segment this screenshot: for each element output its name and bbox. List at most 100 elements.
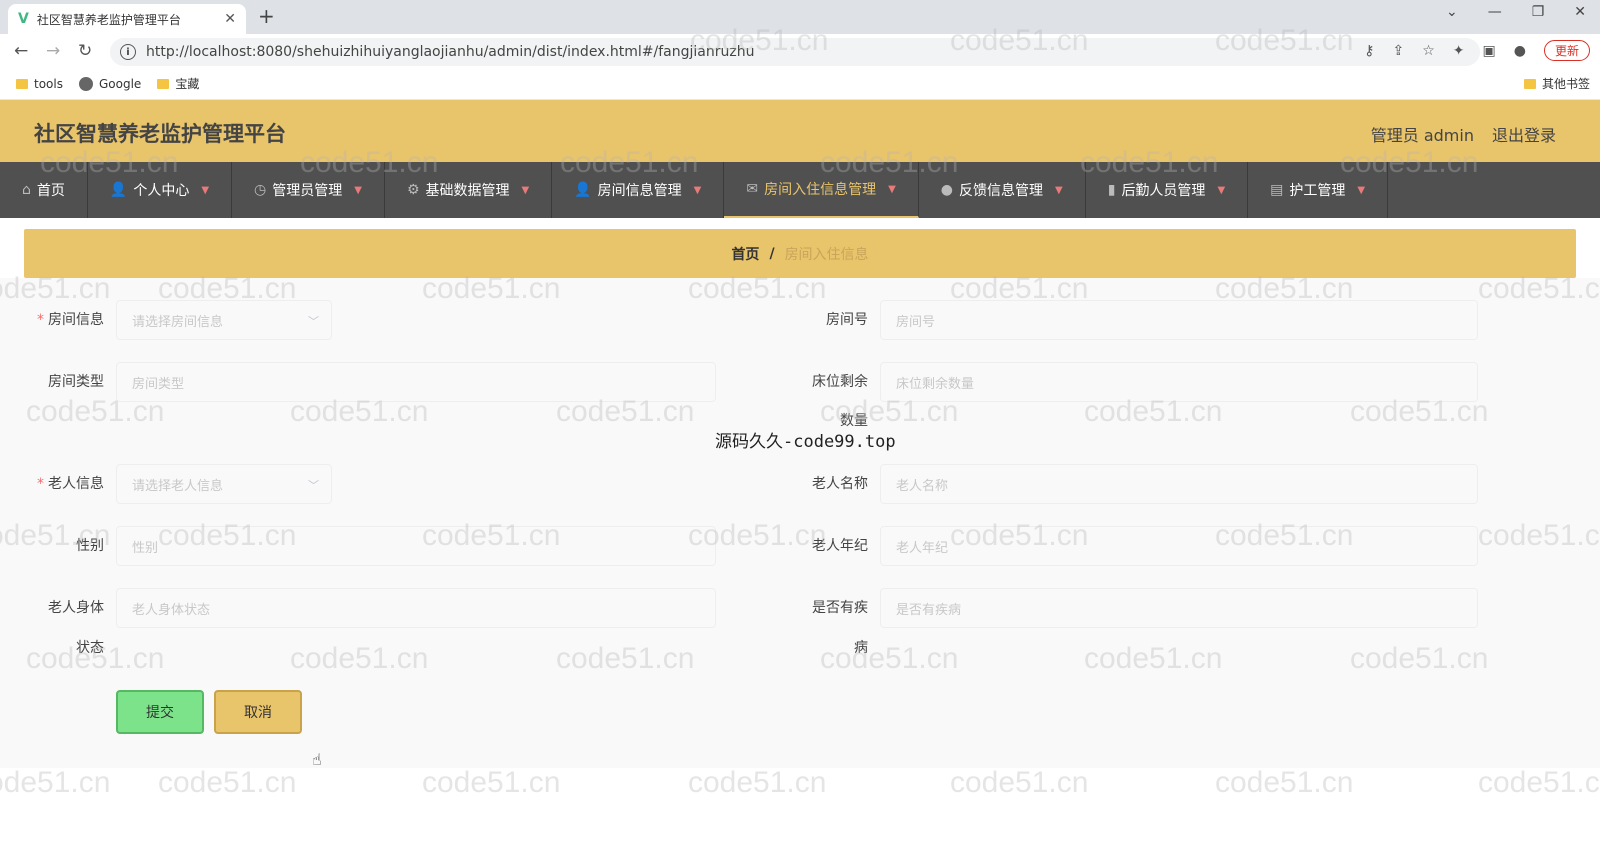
window-controls: ⌄ — ❐ ✕ (1446, 4, 1586, 20)
chevron-down-icon: ▼ (1055, 184, 1063, 196)
health-input[interactable]: 老人身体状态 (116, 588, 716, 628)
elder-info-label: * 老人信息 (37, 476, 104, 492)
breadcrumb: 首页 / 房间入住信息 (24, 229, 1576, 278)
back-icon[interactable]: ← (14, 41, 28, 61)
elder-info-select[interactable]: 请选择老人信息 ﹀ (116, 464, 332, 504)
health-label: 老人身体 (48, 600, 104, 616)
room-no-input[interactable]: 房间号 (880, 300, 1478, 340)
watermark-text: code51.cn (1478, 766, 1600, 799)
toolbar-extras: ⚷ ⇪ ☆ ✦ ▣ ● 更新 (1364, 40, 1590, 61)
chevron-down-icon: ▼ (521, 184, 530, 196)
menu-item-room-info[interactable]: 👤 房间信息管理 ▼ (552, 162, 725, 218)
profile-icon[interactable]: ● (1514, 43, 1526, 59)
elder-age-input[interactable]: 老人年纪 (880, 526, 1478, 566)
menu-item-room-checkin[interactable]: ✉ 房间入住信息管理 ▼ (724, 162, 919, 218)
overlay-watermark-text: 源码久久-code99.top (715, 432, 896, 452)
cancel-button[interactable]: 取消 (214, 690, 302, 734)
menu-item-home[interactable]: ⌂ 首页 (0, 162, 88, 218)
mouse-cursor-icon: ☝ (312, 750, 322, 769)
user-icon: 👤 (109, 182, 128, 198)
disease-label-line2: 病 (854, 640, 868, 656)
watermark-text: code51.cn (422, 766, 561, 799)
sidepanel-icon[interactable]: ▣ (1483, 43, 1496, 59)
chart-icon: ▮ (1107, 182, 1116, 198)
chevron-down-icon: ▼ (354, 184, 362, 196)
pin-icon: ● (940, 182, 954, 198)
tab-title: 社区智慧养老监护管理平台 (36, 12, 181, 27)
chevron-down-icon: ▼ (888, 183, 896, 195)
bookmarks-bar: tools Google 宝藏 其他书签 (0, 68, 1600, 100)
extensions-icon[interactable]: ✦ (1453, 43, 1465, 59)
bookmark-tools[interactable]: tools (16, 77, 63, 91)
watermark-text: code51.cn (1215, 766, 1354, 799)
menu-item-caregiver[interactable]: ▤ 护工管理 ▼ (1248, 162, 1389, 218)
main-menu: ⌂ 首页 👤 个人中心 ▼ ◷ 管理员管理 ▼ ⚙ 基础数据管理 ▼ 👤 房间信息管理… (0, 162, 1600, 218)
tab-close-icon[interactable]: ✕ (224, 11, 236, 27)
minimize-icon[interactable]: — (1488, 4, 1502, 20)
room-type-input[interactable]: 房间类型 (116, 362, 716, 402)
room-type-label: 房间类型 (48, 374, 104, 390)
share-icon[interactable]: ⇪ (1393, 43, 1405, 59)
chevron-down-icon: ▼ (1217, 184, 1226, 196)
folder-icon (16, 78, 28, 89)
bookmark-google[interactable]: Google (78, 76, 141, 91)
room-info-select[interactable]: 请选择房间信息 ﹀ (116, 300, 332, 340)
tab-search-icon[interactable]: ⌄ (1446, 4, 1458, 20)
home-icon: ⌂ (22, 182, 31, 198)
app-header: 社区智慧养老监护管理平台 管理员 admin 退出登录 (0, 100, 1600, 162)
bookmark-treasure[interactable]: 宝藏 (157, 75, 199, 92)
beds-left-input[interactable]: 床位剩余数量 (880, 362, 1478, 402)
menu-item-admin[interactable]: ◷ 管理员管理 ▼ (232, 162, 385, 218)
restore-icon[interactable]: ❐ (1532, 4, 1545, 20)
chevron-down-icon: ﹀ (308, 315, 319, 328)
update-button[interactable]: 更新 (1543, 40, 1590, 61)
vue-logo-icon: V (18, 11, 29, 27)
browser-tabbar: V 社区智慧养老监护管理平台 ✕ + ⌄ — ❐ ✕ (0, 0, 1600, 34)
browser-tab[interactable]: V 社区智慧养老监护管理平台 ✕ (8, 4, 246, 34)
other-bookmarks[interactable]: 其他书签 (1523, 75, 1590, 92)
menu-item-feedback[interactable]: ● 反馈信息管理 ▼ (919, 162, 1086, 218)
room-no-label: 房间号 (826, 312, 868, 328)
user-icon: 👤 (574, 182, 592, 198)
address-bar: ← → ↻ i http://localhost:8080/shehuizhih… (0, 34, 1600, 68)
chevron-down-icon: ▼ (201, 184, 210, 196)
watermark-text: code51.cn (0, 766, 111, 799)
google-icon (78, 76, 93, 91)
elder-name-input[interactable]: 老人名称 (880, 464, 1478, 504)
disease-input[interactable]: 是否有疾病 (880, 588, 1478, 628)
url-text: http://localhost:8080/shehuizhihuiyangla… (146, 44, 755, 60)
url-field[interactable]: i http://localhost:8080/shehuizhihuiyang… (110, 38, 1480, 66)
gear-icon: ⚙ (406, 182, 420, 198)
folder-icon (1523, 78, 1536, 89)
elder-name-label: 老人名称 (812, 476, 868, 492)
menu-item-logistics[interactable]: ▮ 后勤人员管理 ▼ (1086, 162, 1249, 218)
forward-icon[interactable]: → (46, 41, 60, 61)
beds-left-label: 床位剩余 (812, 374, 868, 390)
star-icon[interactable]: ☆ (1422, 43, 1435, 59)
health-label-line2: 状态 (76, 640, 104, 656)
reload-icon[interactable]: ↻ (78, 41, 92, 61)
menu-item-basic-data[interactable]: ⚙ 基础数据管理 ▼ (385, 162, 553, 218)
watermark-text: code51.cn (950, 766, 1089, 799)
clipboard-icon: ▤ (1270, 182, 1284, 198)
breadcrumb-current: 房间入住信息 (784, 246, 869, 263)
logout-link[interactable]: 退出登录 (1492, 122, 1556, 146)
submit-button[interactable]: 提交 (116, 690, 204, 734)
chevron-down-icon: ﹀ (308, 479, 319, 492)
folder-icon (157, 78, 170, 89)
menu-item-personal-center[interactable]: 👤 个人中心 ▼ (88, 162, 233, 218)
gender-input[interactable]: 性别 (116, 526, 716, 566)
room-info-label: * 房间信息 (37, 312, 104, 328)
window-close-icon[interactable]: ✕ (1574, 4, 1586, 20)
gender-label: 性别 (76, 538, 104, 554)
chevron-down-icon: ▼ (1357, 184, 1366, 196)
site-info-icon[interactable]: i (120, 44, 136, 60)
breadcrumb-separator: / (769, 245, 775, 262)
new-tab-icon[interactable]: + (258, 4, 275, 28)
key-icon[interactable]: ⚷ (1364, 43, 1374, 59)
elder-age-label: 老人年纪 (812, 538, 868, 554)
clock-icon: ◷ (254, 182, 267, 198)
chevron-down-icon: ▼ (693, 184, 702, 196)
breadcrumb-home[interactable]: 首页 (731, 244, 759, 264)
disease-label: 是否有疾 (812, 600, 868, 616)
